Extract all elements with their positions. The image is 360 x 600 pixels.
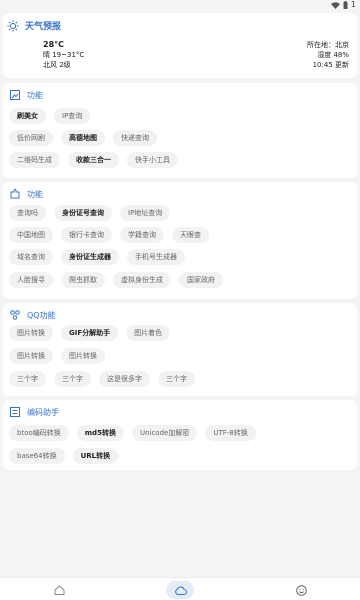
chip-row: 域名查询 身份证生成器 手机号生成器 xyxy=(9,249,185,265)
chip-item[interactable]: 域名查询 xyxy=(9,249,53,265)
chip-item[interactable]: 图片着色 xyxy=(126,325,171,341)
chip-item[interactable]: 身份证号查询 xyxy=(54,205,112,221)
chip-row: 图片转换 图片转换 xyxy=(9,348,105,364)
chip-row: base64转换 URL转换 xyxy=(9,448,119,464)
chip-row: 人脸搜寻 爬虫抓取 虚拟身份生成 国家政府 xyxy=(9,272,223,288)
chip-row: 三个字 三个字 这是很多字 三个字 xyxy=(9,371,195,387)
puzzle-icon xyxy=(9,188,21,200)
weather-condition: 晴 19~31°C xyxy=(43,51,85,59)
chip-row: btoo编码转换 md5转换 Unicode加解密 UTF-8转换 xyxy=(9,425,256,441)
chip-item[interactable]: 低价网剧 xyxy=(9,130,53,146)
section-title: 编码助手 xyxy=(27,407,59,417)
chip-item[interactable]: 天眼查 xyxy=(172,227,209,243)
section-title: 功能 xyxy=(27,189,43,199)
chip-item[interactable]: UTF-8转换 xyxy=(205,425,256,441)
humidity: 湿度 48% xyxy=(317,51,349,59)
chip-item[interactable]: 图片转换 xyxy=(9,325,53,341)
chip-row: 低价网剧 高德地图 快递查询 xyxy=(9,130,157,146)
chip-item[interactable]: 收款三合一 xyxy=(68,152,119,168)
chip-item[interactable]: 银行卡查询 xyxy=(61,227,112,243)
chip-item[interactable]: GIF分解助手 xyxy=(61,325,119,341)
chip-item[interactable]: 国家政府 xyxy=(179,272,223,288)
chip-row: 查询吗 身份证号查询 IP地址查询 xyxy=(9,205,171,221)
wind-info: 北风 2级 xyxy=(43,61,71,69)
code-icon xyxy=(9,406,21,418)
chip-item[interactable]: Unicode加解密 xyxy=(131,425,198,441)
weather-details: 所在地：北京 湿度 48% 10:45 更新 xyxy=(307,40,349,70)
weather-title: 天气预报 xyxy=(25,22,62,32)
section-qq: QQ功能 图片转换 GIF分解助手 图片着色 图片转换 图片转换 三个字 三个字… xyxy=(3,303,357,396)
chip-row: 刷美女 IP查询 xyxy=(9,108,91,124)
section-title: QQ功能 xyxy=(27,310,56,320)
chip-item[interactable]: IP查询 xyxy=(54,108,91,124)
chip-row: 图片转换 GIF分解助手 图片着色 xyxy=(9,325,171,341)
battery-level: 1 xyxy=(350,0,356,9)
temperature: 28°C xyxy=(43,40,65,49)
location: 所在地：北京 xyxy=(307,41,349,49)
weather-card[interactable]: 天气预报 28°C 晴 19~31°C 北风 2级 所在地：北京 湿度 48% … xyxy=(3,13,357,78)
cloud-icon[interactable] xyxy=(166,581,194,599)
chip-item[interactable]: 三个字 xyxy=(54,371,91,387)
chip-item[interactable]: 虚拟身份生成 xyxy=(113,272,171,288)
chip-item[interactable]: 二维码生成 xyxy=(9,152,60,168)
chip-item[interactable]: URL转换 xyxy=(72,448,119,464)
chip-item[interactable]: 图片转换 xyxy=(61,348,105,364)
share-icon xyxy=(9,309,21,321)
chip-row: 中国地图 银行卡查询 学籍查询 天眼查 xyxy=(9,227,209,243)
section-functions-2: 功能 查询吗 身份证号查询 IP地址查询 中国地图 银行卡查询 学籍查询 天眼查… xyxy=(3,182,357,299)
chip-item[interactable]: IP地址查询 xyxy=(120,205,171,221)
chip-item[interactable]: 身份证生成器 xyxy=(61,249,119,265)
chip-item[interactable]: 图片转换 xyxy=(9,348,53,364)
chip-item[interactable]: 查询吗 xyxy=(9,205,46,221)
chip-item[interactable]: 三个字 xyxy=(9,371,46,387)
chip-item[interactable]: 三个字 xyxy=(158,371,195,387)
bottom-nav xyxy=(0,577,360,600)
image-icon xyxy=(9,89,21,101)
chip-item[interactable]: 快递查询 xyxy=(113,130,157,146)
home-icon[interactable] xyxy=(47,581,71,599)
chip-item[interactable]: 高德地图 xyxy=(61,130,105,146)
section-encoding: 编码助手 btoo编码转换 md5转换 Unicode加解密 UTF-8转换 b… xyxy=(3,400,357,470)
chip-item[interactable]: 这是很多字 xyxy=(99,371,150,387)
status-bar: 1 xyxy=(0,0,360,12)
sun-icon xyxy=(7,19,19,32)
update-time: 10:45 更新 xyxy=(312,61,349,69)
weather-summary: 28°C 晴 19~31°C 北风 2级 xyxy=(43,40,84,70)
chip-item[interactable]: md5转换 xyxy=(76,425,124,441)
chip-item[interactable]: 爬虫抓取 xyxy=(61,272,105,288)
chip-item[interactable]: 手机号生成器 xyxy=(127,249,185,265)
wifi-icon xyxy=(330,1,340,9)
chip-row: 二维码生成 收款三合一 快手小工具 xyxy=(9,152,178,168)
battery-icon xyxy=(343,1,348,9)
chip-item[interactable]: 人脸搜寻 xyxy=(9,272,53,288)
section-title: 功能 xyxy=(27,90,43,100)
chip-item[interactable]: 学籍查询 xyxy=(120,227,164,243)
chip-item[interactable]: 刷美女 xyxy=(9,108,46,124)
chip-item[interactable]: btoo编码转换 xyxy=(9,425,69,441)
section-functions-1: 功能 刷美女 IP查询 低价网剧 高德地图 快递查询 二维码生成 收款三合一 快… xyxy=(3,83,357,178)
chip-item[interactable]: 中国地图 xyxy=(9,227,53,243)
chip-item[interactable]: 快手小工具 xyxy=(127,152,178,168)
chip-item[interactable]: base64转换 xyxy=(9,448,65,464)
smile-icon[interactable] xyxy=(289,581,313,599)
